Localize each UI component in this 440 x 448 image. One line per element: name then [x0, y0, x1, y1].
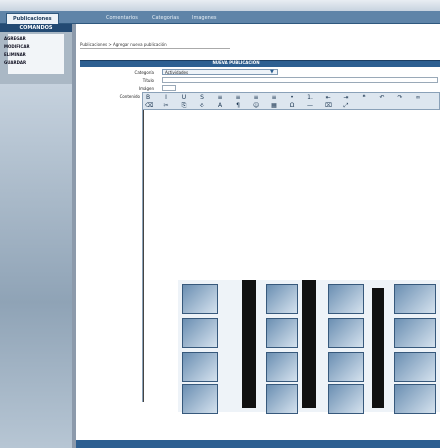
paste-button[interactable]: ⎀ [199, 103, 205, 109]
gallery-thumbnail[interactable] [394, 318, 436, 348]
section-title: NUEVA PUBLICACIÓN [212, 60, 260, 65]
sidebar-item-eliminar[interactable]: ELIMINAR [4, 52, 64, 57]
gallery-thumbnail[interactable] [266, 284, 298, 314]
align-right-button[interactable]: ≡ [253, 95, 259, 101]
image-label: Imágen [138, 86, 154, 91]
link-button[interactable]: ∞ [415, 95, 421, 101]
category-label: Categoría [134, 70, 154, 75]
title-label: Título [142, 78, 154, 83]
quote-button[interactable]: ❝ [361, 95, 367, 101]
gallery-thumbnail[interactable] [328, 384, 364, 414]
gallery-thumbnail[interactable] [266, 384, 298, 414]
underline-button[interactable]: U [181, 95, 187, 101]
tab-imagenes[interactable]: Imagenes [186, 13, 223, 23]
fullscreen-button[interactable]: ⤢ [343, 103, 349, 109]
copy-button[interactable]: ⎘ [181, 103, 187, 109]
vertical-image-strip [242, 280, 256, 408]
vertical-image-strip [302, 280, 316, 408]
redo-button[interactable]: ↷ [397, 95, 403, 101]
tab-categorias[interactable]: Categorias [146, 13, 185, 23]
strike-button[interactable]: S [199, 95, 205, 101]
table-button[interactable]: ▦ [271, 103, 277, 109]
tab-publicaciones[interactable]: Publicaciones [6, 13, 59, 24]
sidebar-background-panel [0, 84, 72, 448]
breadcrumb-divider [80, 48, 230, 49]
gallery-thumbnail[interactable] [394, 384, 436, 414]
remove-button[interactable]: ⌧ [325, 103, 332, 109]
special-char-button[interactable]: Ω [289, 103, 295, 109]
gallery-thumbnail[interactable] [182, 352, 218, 382]
emoji-button[interactable]: ☺ [253, 103, 259, 109]
gallery-thumbnail[interactable] [394, 284, 436, 314]
vertical-image-strip [372, 288, 384, 408]
gallery-thumbnail[interactable] [266, 352, 298, 382]
image-picker[interactable] [162, 85, 176, 91]
sidebar-item-guardar[interactable]: GUARDAR [4, 60, 64, 65]
gallery-thumbnail[interactable] [182, 384, 218, 414]
align-left-button[interactable]: ≡ [217, 95, 223, 101]
content-label: Contenido [119, 94, 140, 99]
chevron-down-icon[interactable]: ▼ [270, 69, 274, 75]
editor-left-border [143, 110, 144, 402]
breadcrumb: Publicaciones > Agregar nueva publicació… [80, 42, 167, 47]
align-center-button[interactable]: ≡ [235, 95, 241, 101]
bold-button[interactable]: B [145, 95, 151, 101]
outdent-button[interactable]: ⇤ [325, 95, 331, 101]
justify-button[interactable]: ≡ [271, 95, 277, 101]
clear-format-button[interactable]: ⌫ [145, 103, 153, 109]
footer-bar [76, 440, 440, 448]
editor-toolbar: B I U S ≡ ≡ ≡ ≡ • 1. ⇤ ⇥ ❝ ↶ ↷ ∞ ⌫ ✂ ⎘ ⎀… [142, 92, 440, 110]
sidebar-item-modificar[interactable]: MODIFICAR [4, 44, 64, 49]
sidebar-item-agregar[interactable]: AGREGAR [4, 36, 64, 41]
bullet-list-button[interactable]: • [289, 95, 295, 101]
undo-button[interactable]: ↶ [379, 95, 385, 101]
hr-button[interactable]: — [307, 103, 313, 109]
image-gallery [178, 280, 440, 414]
italic-button[interactable]: I [163, 95, 169, 101]
paragraph-button[interactable]: ¶ [235, 103, 241, 109]
gallery-thumbnail[interactable] [182, 284, 218, 314]
title-input[interactable] [162, 77, 438, 83]
cut-button[interactable]: ✂ [163, 103, 169, 109]
command-sidebar: COMANDOS AGREGAR MODIFICAR ELIMINAR GUAR… [0, 24, 72, 448]
gallery-thumbnail[interactable] [328, 284, 364, 314]
category-select[interactable]: Actividades [162, 69, 278, 75]
indent-button[interactable]: ⇥ [343, 95, 349, 101]
font-color-button[interactable]: A [217, 103, 223, 109]
gallery-thumbnail[interactable] [328, 318, 364, 348]
sidebar-header: COMANDOS [0, 24, 72, 32]
gallery-thumbnail[interactable] [394, 352, 436, 382]
gallery-thumbnail[interactable] [328, 352, 364, 382]
gallery-thumbnail[interactable] [182, 318, 218, 348]
numbered-list-button[interactable]: 1. [307, 95, 313, 101]
tab-comentarios[interactable]: Comentarios [100, 13, 144, 23]
gallery-thumbnail[interactable] [266, 318, 298, 348]
